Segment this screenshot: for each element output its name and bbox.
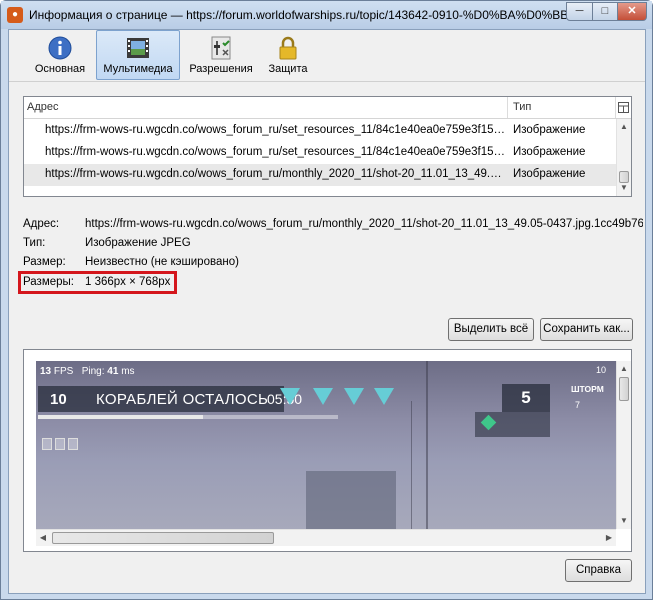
cap-point-icon <box>280 388 300 405</box>
hud-ships-text: КОРАБЛЕЙ ОСТАЛОСЬ <box>96 391 269 408</box>
scroll-down-icon[interactable]: ▼ <box>617 180 631 196</box>
hud-storm-number: 7 <box>575 400 581 410</box>
list-scrollbar[interactable]: ▲ ▼ <box>616 119 631 196</box>
hud-ships-count: 10 <box>50 391 67 408</box>
tab-label: Мультимедиа <box>103 63 173 75</box>
list-item[interactable]: https://frm-wows-ru.wgcdn.co/wows_forum_… <box>24 142 616 164</box>
firefox-icon: ● <box>7 7 23 23</box>
permissions-icon <box>211 36 231 60</box>
hud-corner-number: 10 <box>596 365 607 375</box>
minimize-button[interactable]: ─ <box>566 2 593 21</box>
tab-label: Защита <box>268 63 308 75</box>
size-value: Неизвестно (не кэшировано) <box>85 256 239 268</box>
lock-icon <box>279 36 297 60</box>
row-type: Изображение <box>513 124 586 136</box>
close-button[interactable]: ✕ <box>617 2 647 21</box>
scroll-thumb[interactable] <box>619 377 629 401</box>
address-row: Адрес: https://frm-wows-ru.wgcdn.co/wows… <box>23 218 643 234</box>
tab-general[interactable]: Основная <box>31 30 89 80</box>
media-icon <box>127 38 149 58</box>
type-value: Изображение JPEG <box>85 237 191 249</box>
list-item-selected[interactable]: https://frm-wows-ru.wgcdn.co/wows_forum_… <box>24 164 616 186</box>
hud-storm-label: ШТОРМ <box>571 384 604 394</box>
hud-score: 5 <box>502 384 550 412</box>
list-item[interactable]: https://frm-wows-ru.wgcdn.co/wows_forum_… <box>24 120 616 142</box>
cap-point-icon <box>313 388 333 405</box>
list-header: Адрес Тип <box>24 97 631 119</box>
info-icon <box>48 36 72 60</box>
column-divider[interactable] <box>507 97 508 118</box>
row-address: https://frm-wows-ru.wgcdn.co/wows_forum_… <box>45 146 507 158</box>
scroll-right-icon[interactable]: ▶ <box>602 530 616 546</box>
tab-security[interactable]: Защита <box>263 30 313 80</box>
image-preview: 13 FPS Ping: 41 ms 10 10 КОРАБЛЕЙ ОСТАЛО… <box>23 349 632 552</box>
scroll-up-icon[interactable]: ▲ <box>617 361 631 377</box>
column-divider[interactable] <box>615 97 616 118</box>
row-address: https://frm-wows-ru.wgcdn.co/wows_forum_… <box>45 168 507 180</box>
dimensions-highlight <box>18 271 177 294</box>
tab-label: Основная <box>34 63 86 75</box>
scroll-down-icon[interactable]: ▼ <box>617 513 631 529</box>
ship-silhouette <box>306 471 396 529</box>
row-type: Изображение <box>513 168 586 180</box>
column-picker-icon[interactable] <box>618 102 629 113</box>
tab-label: Разрешения <box>189 63 253 75</box>
preview-vscrollbar[interactable]: ▲ ▼ <box>616 361 631 529</box>
hud-fps: 13 FPS Ping: 41 ms <box>40 366 135 377</box>
scroll-up-icon[interactable]: ▲ <box>617 119 631 135</box>
scroll-left-icon[interactable]: ◀ <box>36 530 50 546</box>
type-label: Тип: <box>23 237 46 249</box>
size-row: Размер: Неизвестно (не кэшировано) <box>23 256 323 272</box>
row-address: https://frm-wows-ru.wgcdn.co/wows_forum_… <box>45 124 507 136</box>
hud-health-bar <box>38 415 338 419</box>
preview-image: 13 FPS Ping: 41 ms 10 10 КОРАБЛЕЙ ОСТАЛО… <box>36 361 616 529</box>
title-bar[interactable]: ● Информация о странице — https://forum.… <box>1 1 652 29</box>
cap-point-icon <box>374 388 394 405</box>
hud-slot-icon <box>42 438 52 450</box>
page-info-window: ● Информация о странице — https://forum.… <box>0 0 653 600</box>
tab-toolbar: Основная Мультимедиа Разрешения Защита <box>9 30 645 82</box>
column-address[interactable]: Адрес <box>27 101 59 113</box>
column-type[interactable]: Тип <box>513 101 531 113</box>
tab-multimedia[interactable]: Мультимедиа <box>96 30 180 80</box>
hud-slot-icon <box>68 438 78 450</box>
dialog-body: Основная Мультимедиа Разрешения Защита А… <box>8 29 646 594</box>
maximize-button[interactable]: □ <box>592 2 618 21</box>
scroll-thumb[interactable] <box>52 532 274 544</box>
save-as-button[interactable]: Сохранить как... <box>540 318 633 341</box>
type-row: Тип: Изображение JPEG <box>23 237 323 253</box>
help-button[interactable]: Справка <box>565 559 632 582</box>
address-label: Адрес: <box>23 218 60 230</box>
window-title: Информация о странице — https://forum.wo… <box>29 8 569 22</box>
size-label: Размер: <box>23 256 66 268</box>
tab-permissions[interactable]: Разрешения <box>185 30 257 80</box>
preview-hscrollbar[interactable]: ◀ ▶ <box>36 529 616 546</box>
cap-point-icon <box>344 388 364 405</box>
media-list[interactable]: Адрес Тип https://frm-wows-ru.wgcdn.co/w… <box>23 96 632 197</box>
hud-slot-icon <box>55 438 65 450</box>
address-value: https://frm-wows-ru.wgcdn.co/wows_forum_… <box>85 218 643 230</box>
row-type: Изображение <box>513 146 586 158</box>
mast-line <box>411 401 412 529</box>
mast-line <box>426 361 428 529</box>
select-all-button[interactable]: Выделить всё <box>448 318 534 341</box>
